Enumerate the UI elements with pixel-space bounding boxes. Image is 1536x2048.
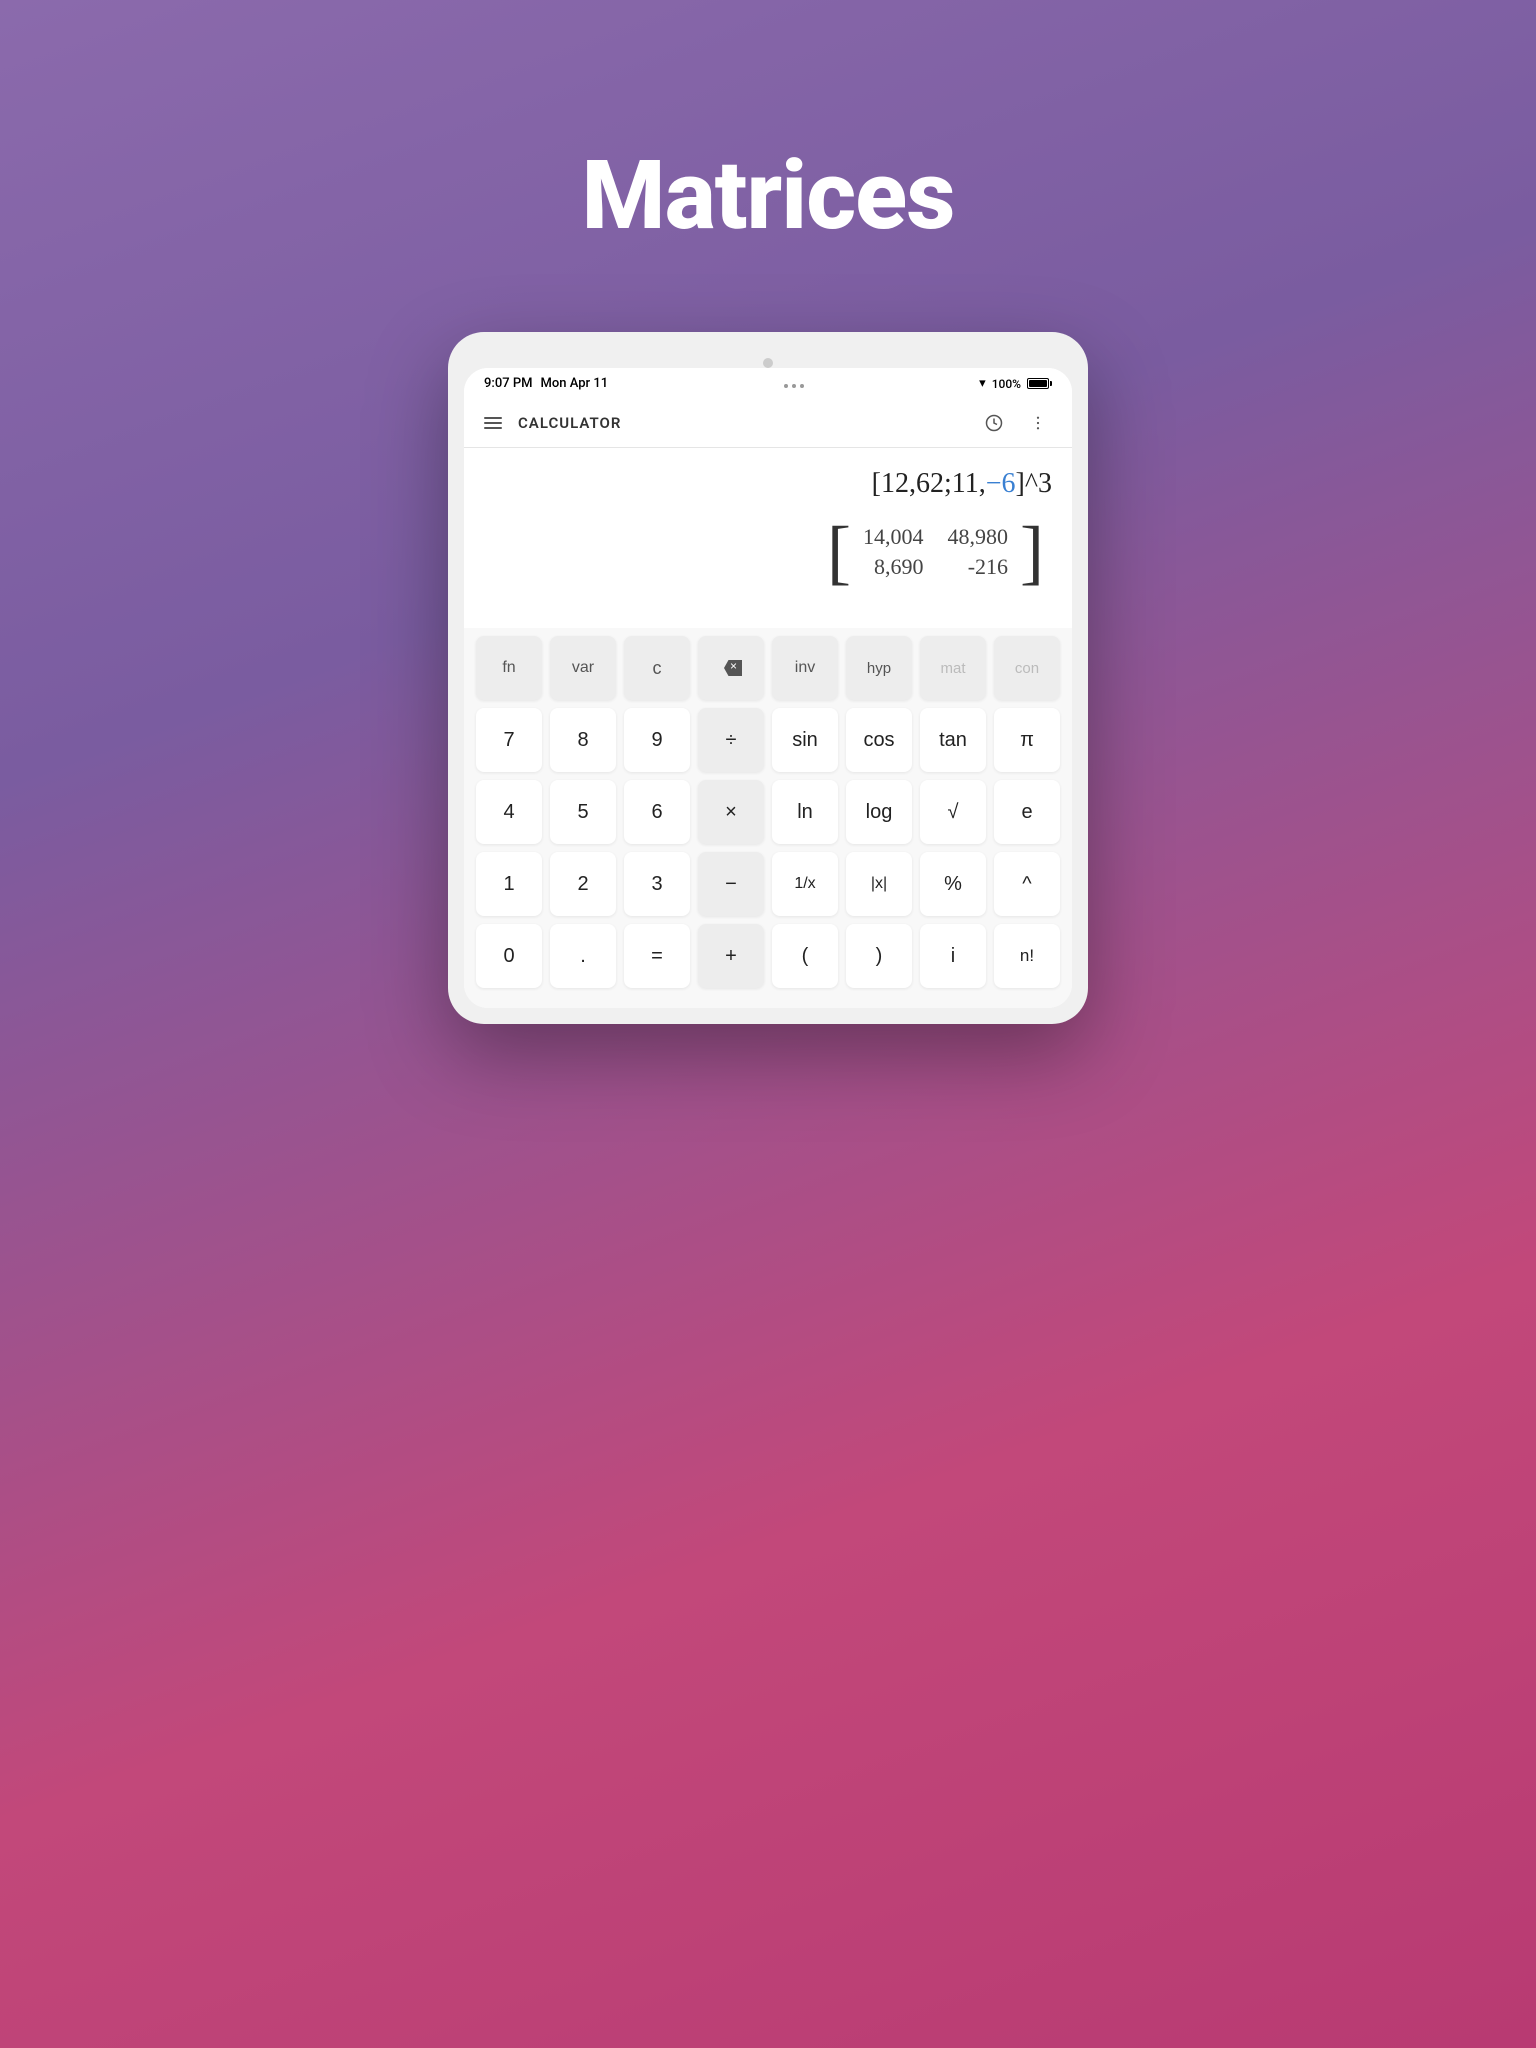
battery-percent: 100% bbox=[992, 377, 1021, 391]
right-bracket: ] bbox=[1020, 516, 1044, 588]
neg-number: −6 bbox=[986, 468, 1016, 499]
equals-key[interactable]: = bbox=[624, 924, 690, 988]
close-paren-key[interactable]: ) bbox=[846, 924, 912, 988]
left-bracket: [ bbox=[827, 516, 851, 588]
log-key[interactable]: log bbox=[846, 780, 912, 844]
key-1[interactable]: 1 bbox=[476, 852, 542, 916]
percent-key[interactable]: % bbox=[920, 852, 986, 916]
imaginary-key[interactable]: i bbox=[920, 924, 986, 988]
page-title: Matrices bbox=[581, 140, 954, 252]
factorial-key[interactable]: n! bbox=[994, 924, 1060, 988]
status-time: 9:07 PM bbox=[484, 376, 533, 391]
fn-key[interactable]: fn bbox=[476, 636, 542, 700]
open-paren-key[interactable]: ( bbox=[772, 924, 838, 988]
status-bar: 9:07 PM Mon Apr 11 ▾ 100% bbox=[464, 368, 1072, 399]
tan-key[interactable]: tan bbox=[920, 708, 986, 772]
pi-key[interactable]: π bbox=[994, 708, 1060, 772]
multiply-key[interactable]: × bbox=[698, 780, 764, 844]
cos-key[interactable]: cos bbox=[846, 708, 912, 772]
matrix-r1c2: 48,980 bbox=[948, 524, 1009, 550]
var-key[interactable]: var bbox=[550, 636, 616, 700]
key-2[interactable]: 2 bbox=[550, 852, 616, 916]
key-5[interactable]: 5 bbox=[550, 780, 616, 844]
more-button[interactable] bbox=[1024, 409, 1052, 437]
delete-key[interactable] bbox=[698, 636, 764, 700]
status-dot-2 bbox=[792, 384, 796, 388]
key-row-3: 4 5 6 × ln log √ e bbox=[476, 780, 1060, 844]
hyp-key[interactable]: hyp bbox=[846, 636, 912, 700]
key-row-4: 1 2 3 − 1/x |x| % ^ bbox=[476, 852, 1060, 916]
abs-key[interactable]: |x| bbox=[846, 852, 912, 916]
delete-icon bbox=[720, 660, 742, 676]
con-key[interactable]: con bbox=[994, 636, 1060, 700]
key-row-1: fn var c inv hyp mat con bbox=[476, 636, 1060, 700]
key-row-2: 7 8 9 ÷ sin cos tan π bbox=[476, 708, 1060, 772]
status-right: ▾ 100% bbox=[979, 376, 1052, 391]
toolbar-right bbox=[980, 409, 1052, 437]
key-row-5: 0 . = + ( ) i n! bbox=[476, 924, 1060, 988]
wifi-icon: ▾ bbox=[979, 376, 986, 391]
key-7[interactable]: 7 bbox=[476, 708, 542, 772]
inv-key[interactable]: inv bbox=[772, 636, 838, 700]
status-center bbox=[784, 380, 804, 388]
status-date: Mon Apr 11 bbox=[541, 376, 609, 391]
add-key[interactable]: + bbox=[698, 924, 764, 988]
keypad: fn var c inv hyp mat con 7 8 9 ÷ sin cos… bbox=[464, 628, 1072, 1008]
matrix-values: 14,004 48,980 8,690 -216 bbox=[851, 520, 1020, 584]
key-9[interactable]: 9 bbox=[624, 708, 690, 772]
sin-key[interactable]: sin bbox=[772, 708, 838, 772]
expression-input: [12,62;11,−6]^3 bbox=[484, 460, 1052, 508]
calculator-display: [12,62;11,−6]^3 [ 14,004 48,980 8,690 -2… bbox=[464, 448, 1072, 628]
ln-key[interactable]: ln bbox=[772, 780, 838, 844]
status-left: 9:07 PM Mon Apr 11 bbox=[484, 376, 608, 391]
matrix-r1c1: 14,004 bbox=[863, 524, 924, 550]
decimal-key[interactable]: . bbox=[550, 924, 616, 988]
menu-icon[interactable] bbox=[484, 417, 502, 429]
clear-key[interactable]: c bbox=[624, 636, 690, 700]
subtract-key[interactable]: − bbox=[698, 852, 764, 916]
battery-icon bbox=[1027, 378, 1052, 389]
tablet-device: 9:07 PM Mon Apr 11 ▾ 100% bbox=[448, 332, 1088, 1024]
key-3[interactable]: 3 bbox=[624, 852, 690, 916]
history-button[interactable] bbox=[980, 409, 1008, 437]
e-key[interactable]: e bbox=[994, 780, 1060, 844]
mat-key[interactable]: mat bbox=[920, 636, 986, 700]
matrix-r2c2: -216 bbox=[948, 554, 1009, 580]
key-6[interactable]: 6 bbox=[624, 780, 690, 844]
divide-key[interactable]: ÷ bbox=[698, 708, 764, 772]
toolbar-left: CALCULATOR bbox=[484, 414, 621, 432]
tablet-camera bbox=[763, 358, 773, 368]
app-toolbar: CALCULATOR bbox=[464, 399, 1072, 448]
matrix-result: [ 14,004 48,980 8,690 -216 ] bbox=[484, 508, 1052, 600]
key-4[interactable]: 4 bbox=[476, 780, 542, 844]
tablet-screen: 9:07 PM Mon Apr 11 ▾ 100% bbox=[464, 368, 1072, 1008]
sqrt-key[interactable]: √ bbox=[920, 780, 986, 844]
matrix-r2c1: 8,690 bbox=[863, 554, 924, 580]
power-key[interactable]: ^ bbox=[994, 852, 1060, 916]
key-0[interactable]: 0 bbox=[476, 924, 542, 988]
status-dot-1 bbox=[784, 384, 788, 388]
key-8[interactable]: 8 bbox=[550, 708, 616, 772]
reciprocal-key[interactable]: 1/x bbox=[772, 852, 838, 916]
status-dot-3 bbox=[800, 384, 804, 388]
app-title: CALCULATOR bbox=[518, 414, 621, 432]
